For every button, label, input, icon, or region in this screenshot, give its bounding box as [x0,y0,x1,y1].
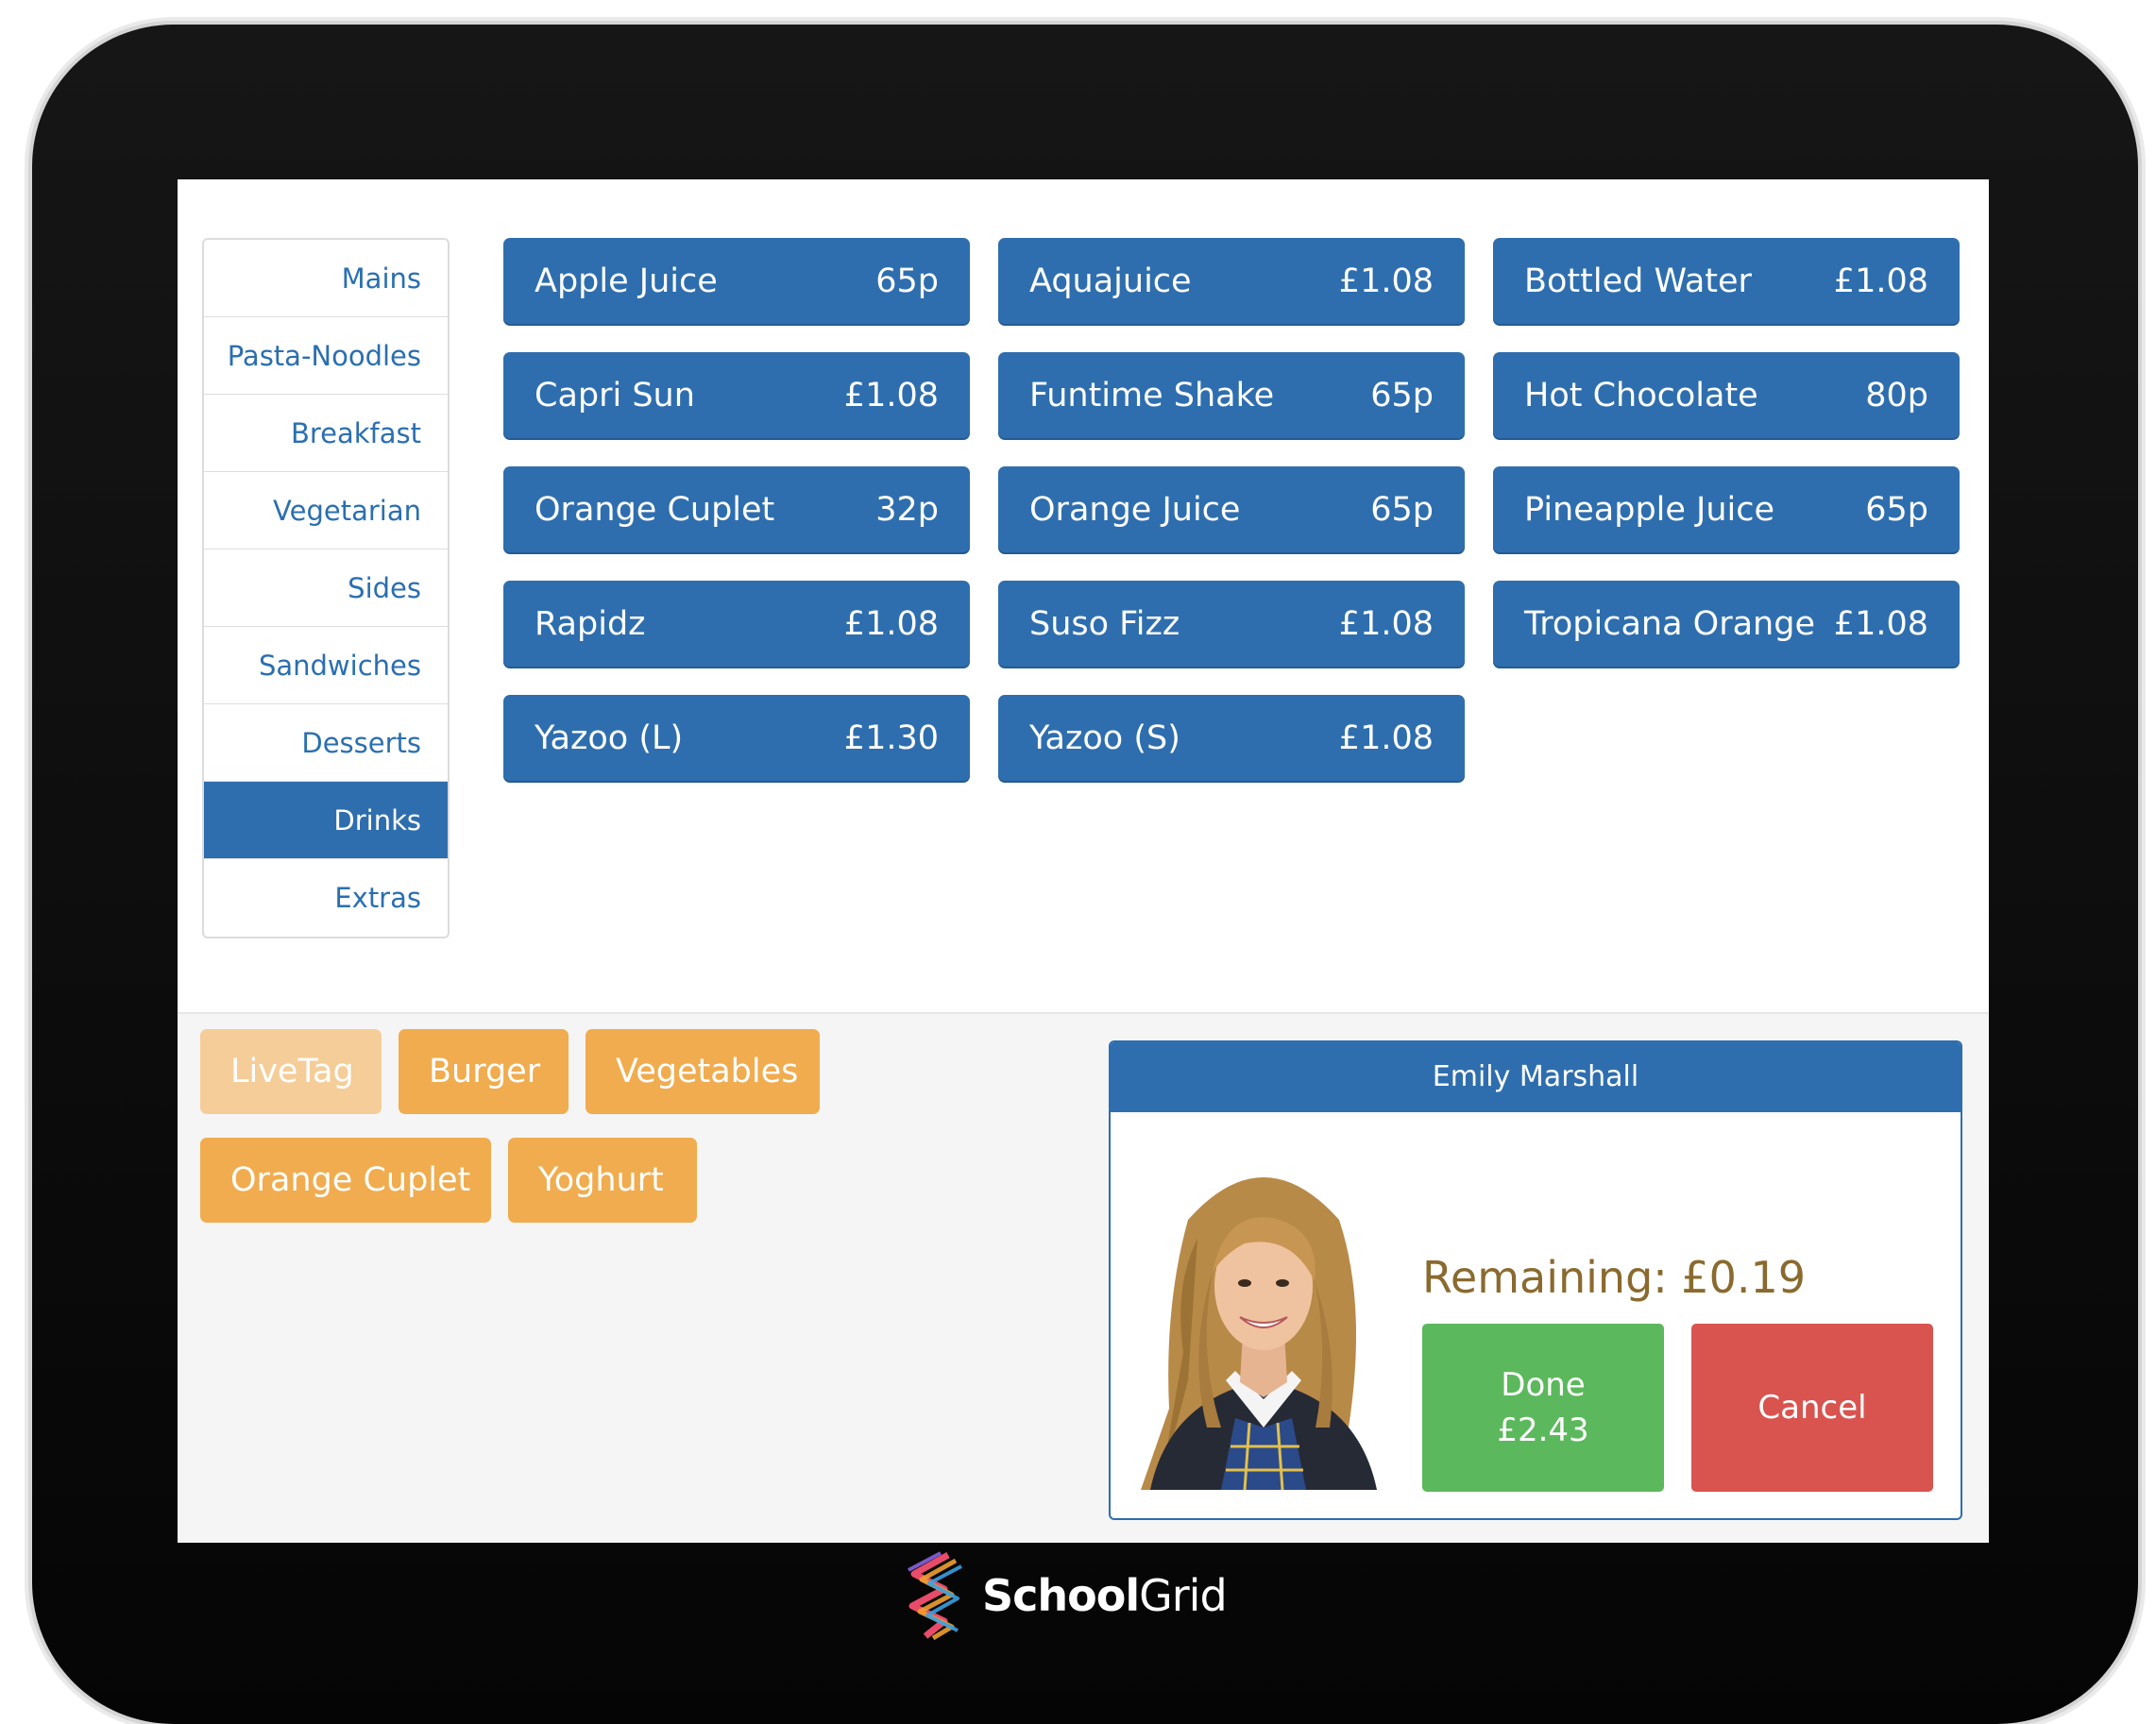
pos-screen: Mains Pasta-Noodles Breakfast Vegetarian… [178,179,1989,1543]
product-button[interactable]: Apple Juice 65p [503,238,970,324]
cancel-label: Cancel [1757,1389,1867,1427]
product-grid: Apple Juice 65p Aquajuice £1.08 Bottled Wa… [503,238,1960,781]
category-pasta-noodles[interactable]: Pasta-Noodles [204,317,448,395]
product-button[interactable]: Funtime Shake 65p [998,352,1465,438]
category-breakfast[interactable]: Breakfast [204,395,448,472]
tag-livetag[interactable]: LiveTag [200,1029,382,1114]
tag-burger[interactable]: Burger [399,1029,569,1114]
tag-yoghurt[interactable]: Yoghurt [508,1138,697,1223]
remaining-balance: Remaining: £0.19 [1422,1252,1807,1303]
done-amount: £2.43 [1497,1411,1589,1449]
product-name: Suso Fizz [1029,604,1180,643]
done-button[interactable]: Done £2.43 [1422,1324,1664,1492]
product-price: 65p [875,262,939,300]
product-name: Pineapple Juice [1524,490,1775,529]
category-desserts[interactable]: Desserts [204,704,448,782]
category-drinks[interactable]: Drinks [204,782,448,859]
product-price: £1.08 [1338,262,1434,300]
cancel-button[interactable]: Cancel [1691,1324,1933,1492]
product-button[interactable]: Capri Sun £1.08 [503,352,970,438]
product-name: Capri Sun [535,376,695,414]
product-price: 65p [1370,490,1434,529]
product-button[interactable]: Pineapple Juice 65p [1493,466,1960,552]
category-vegetarian[interactable]: Vegetarian [204,472,448,549]
schoolgrid-logo: SchoolGrid [907,1548,1228,1643]
product-button[interactable]: Rapidz £1.08 [503,581,970,667]
product-price: £1.08 [1833,604,1928,643]
category-sides[interactable]: Sides [204,549,448,627]
student-panel: Emily Marshall Remaining: £0.19 Done £2.… [1109,1040,1962,1520]
product-name: Yazoo (S) [1029,718,1180,757]
product-name: Apple Juice [535,262,718,300]
category-mains[interactable]: Mains [204,240,448,317]
product-name: Bottled Water [1524,262,1752,300]
product-price: £1.08 [1338,718,1434,757]
tag-vegetables[interactable]: Vegetables [586,1029,820,1114]
product-price: 32p [875,490,939,529]
product-price: 65p [1370,376,1434,414]
product-button[interactable]: Yazoo (S) £1.08 [998,695,1465,781]
student-photo [1131,1144,1396,1490]
product-price: 80p [1865,376,1928,414]
product-price: £1.30 [843,718,939,757]
product-name: Funtime Shake [1029,376,1275,414]
product-price: £1.08 [1338,604,1434,643]
product-button[interactable]: Orange Cuplet 32p [503,466,970,552]
tag-orange-cuplet[interactable]: Orange Cuplet [200,1138,491,1223]
product-price: £1.08 [843,376,939,414]
category-list: Mains Pasta-Noodles Breakfast Vegetarian… [202,238,450,938]
category-extras[interactable]: Extras [204,859,448,937]
product-name: Rapidz [535,604,646,643]
product-button[interactable]: Orange Juice 65p [998,466,1465,552]
product-name: Aquajuice [1029,262,1192,300]
menu-area: Mains Pasta-Noodles Breakfast Vegetarian… [178,179,1989,1012]
product-price: 65p [1865,490,1928,529]
product-button[interactable]: Suso Fizz £1.08 [998,581,1465,667]
product-name: Orange Juice [1029,490,1241,529]
product-price: £1.08 [843,604,939,643]
product-name: Orange Cuplet [535,490,775,529]
product-name: Yazoo (L) [535,718,684,757]
product-button[interactable]: Aquajuice £1.08 [998,238,1465,324]
product-button[interactable]: Tropicana Orange £1.08 [1493,581,1960,667]
product-name: Hot Chocolate [1524,376,1758,414]
product-price: £1.08 [1833,262,1928,300]
product-button[interactable]: Hot Chocolate 80p [1493,352,1960,438]
schoolgrid-logo-icon [908,1551,962,1640]
product-button[interactable]: Bottled Water £1.08 [1493,238,1960,324]
student-name: Emily Marshall [1111,1042,1961,1112]
product-name: Tropicana Orange [1524,604,1815,643]
done-label: Done [1501,1366,1586,1404]
category-sandwiches[interactable]: Sandwiches [204,627,448,704]
schoolgrid-wordmark: SchoolGrid [982,1570,1228,1621]
product-button[interactable]: Yazoo (L) £1.30 [503,695,970,781]
